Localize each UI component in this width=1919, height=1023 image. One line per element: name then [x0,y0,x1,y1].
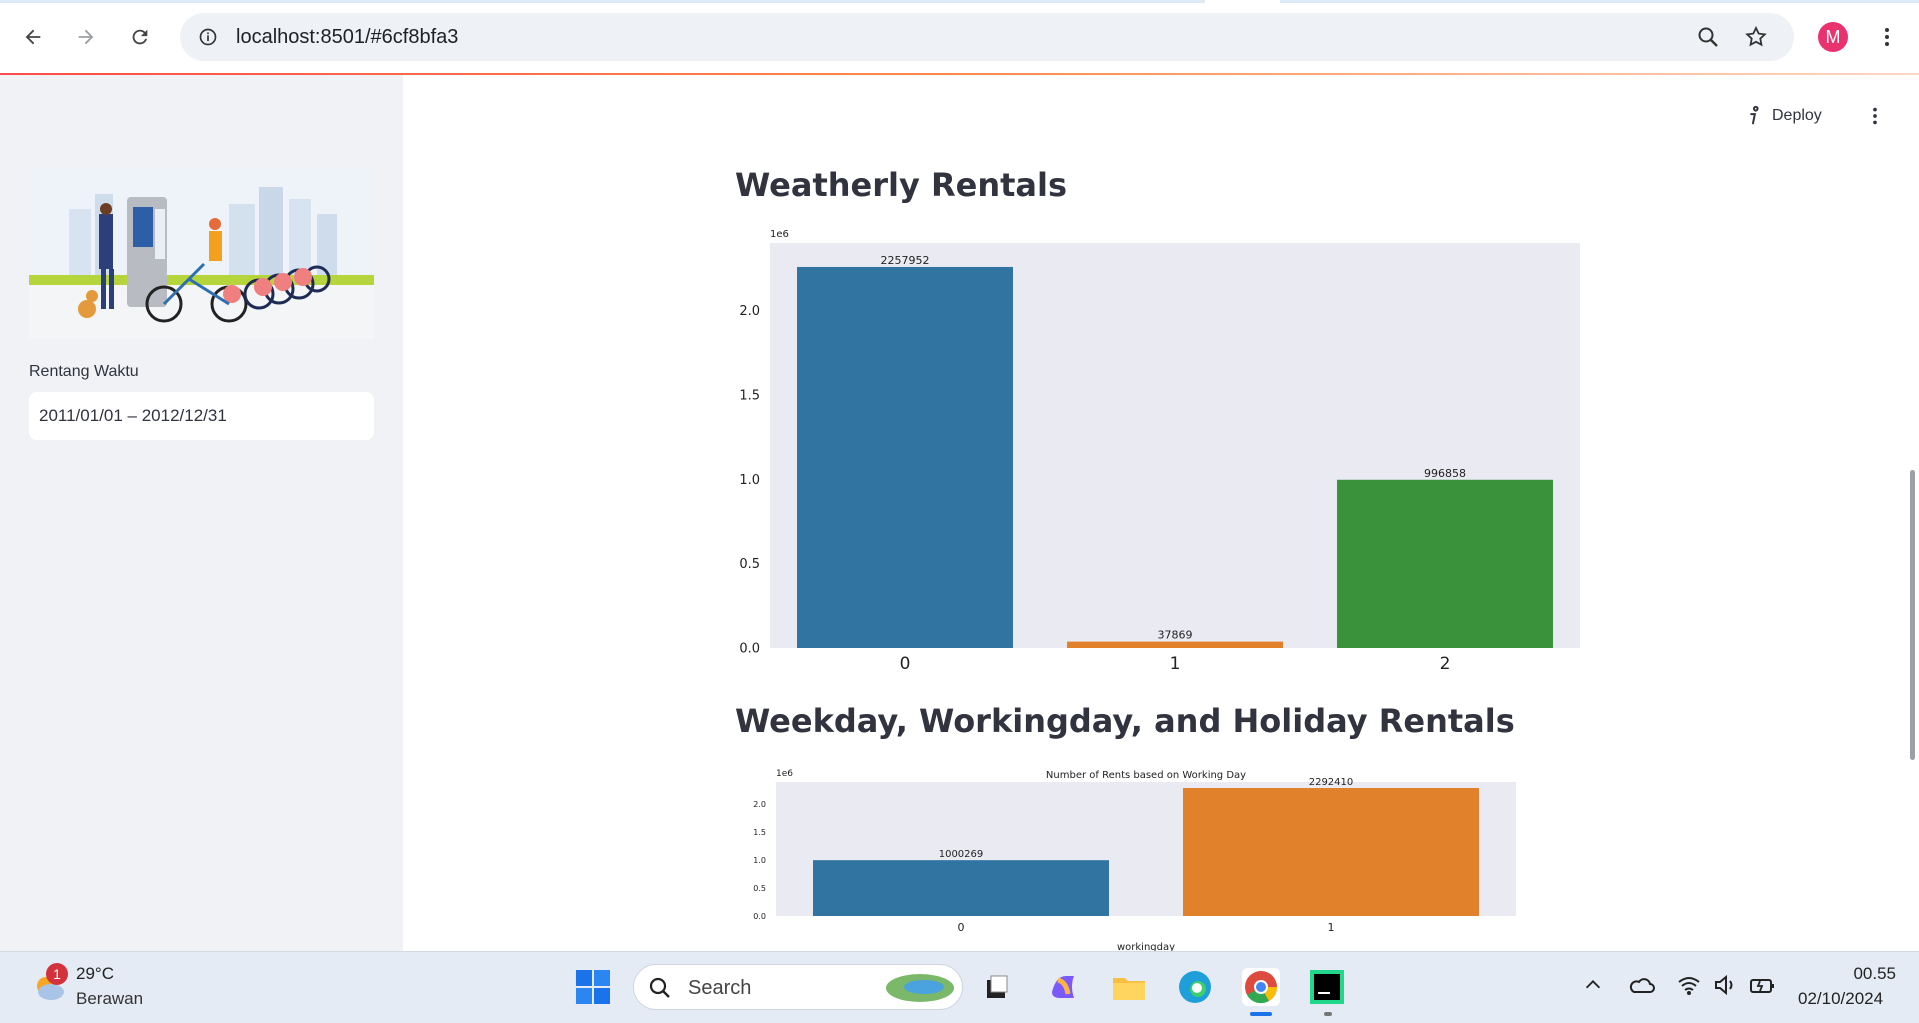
chrome-icon[interactable] [1242,968,1280,1006]
reload-button[interactable] [121,18,159,56]
x-axis-label: workingday [1117,942,1175,951]
chart-title: Number of Rents based on Working Day [1046,770,1246,781]
show-hidden-icons-chevron-icon[interactable] [1582,974,1604,996]
weather-description[interactable]: Berawan [76,989,143,1009]
x-tick-label: 0 [958,921,965,934]
x-tick-label: 0 [900,654,911,674]
taskbar-search[interactable]: Search [633,964,963,1010]
bar [1183,788,1479,916]
volume-icon[interactable] [1712,972,1738,998]
date-range-label: Rentang Waktu [29,363,139,380]
y-tick-label: 0.5 [753,884,766,893]
search-highlight-icon [886,974,954,1002]
weather-badge: 1 [46,963,68,985]
site-info-icon[interactable] [198,27,218,47]
axis-scale-label: 1e6 [770,229,789,240]
deploy-button[interactable]: Deploy [1772,107,1822,125]
y-tick-label: 1.0 [739,473,760,488]
y-tick-label: 1.5 [753,828,766,837]
y-tick-label: 2.0 [753,800,766,809]
bar-value-label: 1000269 [939,849,984,860]
workingday-rentals-chart: 1e6 Number of Rents based on Working Day 0… [753,769,1516,951]
wifi-icon[interactable] [1676,972,1702,998]
chrome-active-indicator [1250,1012,1272,1016]
search-placeholder: Search [688,977,752,999]
y-tick-label: 1.0 [753,856,766,865]
back-arrow-icon [25,29,41,45]
y-tick-label: 0.0 [753,912,766,921]
zoom-icon[interactable] [1696,25,1720,49]
clock-date[interactable]: 02/10/2024 [1798,989,1883,1009]
weekday-section-title: Weekday, Workingday, and Holiday Rentals [735,702,1515,740]
y-tick-label: 1.5 [739,388,760,403]
browser-menu-icon[interactable] [1875,25,1899,49]
forward-arrow-icon [78,29,94,45]
task-view-icon[interactable] [978,968,1016,1006]
address-bar[interactable]: localhost:8501/#6cf8bfa3 [180,13,1794,61]
sidebar: Rentang Waktu 2011/01/01 – 2012/12/31 [0,75,403,951]
y-tick-label: 0.5 [739,557,760,572]
date-range-input[interactable]: 2011/01/01 – 2012/12/31 [29,392,374,440]
pycharm-running-indicator [1324,1012,1332,1016]
page-scrollbar[interactable] [1910,470,1915,760]
x-tick-label: 1 [1170,654,1181,674]
y-tick-label: 2.0 [739,304,760,319]
onedrive-icon[interactable] [1628,972,1656,1000]
y-tick-label: 0.0 [739,642,760,657]
reload-icon [132,29,148,45]
pycharm-icon[interactable] [1308,968,1346,1006]
file-explorer-icon[interactable] [1110,968,1148,1006]
weather-temperature[interactable]: 29°C [76,964,114,984]
x-tick-label: 2 [1440,654,1451,674]
battery-icon[interactable] [1748,972,1776,998]
bar-value-label: 2257952 [881,254,930,267]
search-icon [649,977,670,998]
bar [797,266,1013,648]
profile-initial: M [1825,26,1841,47]
x-tick-label: 1 [1328,921,1335,934]
start-windows-icon[interactable] [575,969,611,1005]
bar-value-label: 37869 [1158,629,1193,642]
url-text[interactable]: localhost:8501/#6cf8bfa3 [236,26,458,49]
tab-strip [0,0,1919,3]
bar [1067,641,1283,648]
browser-toolbar: localhost:8501/#6cf8bfa3 M [0,0,1919,75]
forward-button[interactable] [67,18,105,56]
windows-taskbar: 1 Search [0,951,1919,1023]
bookmark-star-icon[interactable] [1744,25,1768,49]
bar [813,860,1109,916]
bike-rental-illustration [29,169,374,339]
weather-rentals-chart: 1e6 0.0 0.5 1.0 1.5 2.0 2257952 0 37869 1 996858 2 [739,229,1580,674]
weather-section-title: Weatherly Rentals [735,166,1068,204]
edge-browser-icon[interactable] [1176,968,1214,1006]
profile-avatar[interactable]: M [1818,22,1848,52]
bar-value-label: 2292410 [1309,777,1354,788]
bar-value-label: 996858 [1424,467,1466,480]
bar [1337,479,1553,648]
clock-time[interactable]: 00.55 [1846,964,1896,984]
app-menu-icon[interactable] [1864,105,1886,127]
back-button[interactable] [14,18,52,56]
streamlit-status-icon[interactable] [1742,105,1764,127]
copilot-icon[interactable] [1044,968,1082,1006]
axis-scale-label: 1e6 [776,769,793,779]
